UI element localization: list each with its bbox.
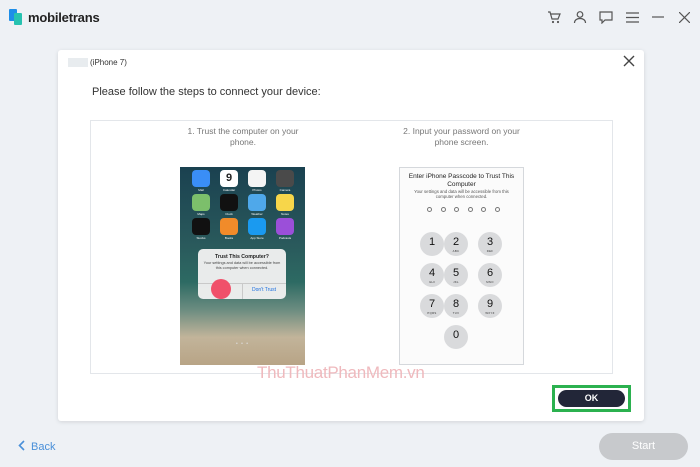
app-icon: Weather: [243, 194, 271, 218]
keypad-key: 7 PQRS: [420, 294, 444, 318]
app-name: mobiletrans: [28, 9, 100, 25]
watermark: ThuThuatPhanMem.vn: [257, 363, 425, 382]
app-icon: Stocks: [187, 218, 215, 242]
app-icon: Mail: [187, 170, 215, 194]
app-icon: Camera: [271, 170, 299, 194]
back-button[interactable]: Back: [18, 440, 55, 454]
phone-trust-screenshot: Mail 9 Calendar Photos Camera Maps Clock Weathe…: [180, 167, 305, 365]
app-grid: Mail 9 Calendar Photos Camera Maps Clock Weathe…: [187, 170, 299, 242]
dialog-instruction: Please follow the steps to connect your …: [92, 86, 321, 98]
mobiletrans-logo-icon: [9, 9, 23, 25]
trust-dialog-title: Trust This Computer?: [215, 254, 269, 260]
passcode-dots: [427, 207, 508, 212]
device-name-placeholder: [68, 57, 88, 67]
user-icon[interactable]: [572, 9, 588, 25]
keypad-key: 0: [444, 325, 468, 349]
trust-dialog-body: Your settings and data will be accessibl…: [203, 261, 281, 270]
keypad-key: 8 TUV: [444, 294, 468, 318]
keypad-key: 1: [420, 232, 444, 256]
title-bar: mobiletrans: [0, 0, 700, 36]
menu-icon[interactable]: [624, 9, 640, 25]
app-icon: App Store: [243, 218, 271, 242]
app-icon: Photos: [243, 170, 271, 194]
start-button[interactable]: Start: [599, 433, 688, 460]
app-icon: Clock: [215, 194, 243, 218]
keypad-key: 6 MNO: [478, 263, 502, 287]
cart-icon[interactable]: [546, 9, 562, 25]
app-logo: mobiletrans: [9, 9, 100, 25]
chevron-left-icon: [18, 440, 25, 454]
dont-trust-button: Don't Trust: [251, 287, 277, 293]
keypad-key: 3 DEF: [478, 232, 502, 256]
ok-button[interactable]: OK: [558, 390, 625, 407]
keypad-key: 4 GHI: [420, 263, 444, 287]
connect-device-dialog: (iPhone 7) Please follow the steps to co…: [58, 50, 644, 421]
chat-icon[interactable]: [598, 9, 614, 25]
keypad-key: 5 JKL: [444, 263, 468, 287]
ok-highlight-frame: OK: [552, 385, 631, 412]
app-icon: 9 Calendar: [215, 170, 243, 194]
back-label: Back: [31, 441, 56, 453]
minimize-icon[interactable]: [650, 9, 666, 25]
close-icon[interactable]: [676, 9, 692, 25]
step1-caption: 1. Trust the computer on your phone.: [187, 126, 299, 147]
app-icon: Notes: [271, 194, 299, 218]
touch-indicator: [211, 279, 231, 299]
dialog-close-icon[interactable]: [622, 54, 636, 68]
keypad-key: 9 WXYZ: [478, 294, 502, 318]
page-indicator: • • •: [236, 341, 250, 347]
passcode-subtitle: Your settings and data will be accessibl…: [414, 189, 509, 200]
app-icon: Books: [215, 218, 243, 242]
dialog-header: (iPhone 7): [68, 56, 127, 68]
keypad-key: 2 ABC: [444, 232, 468, 256]
phone-passcode-screenshot: Enter iPhone Passcode to Trust This Comp…: [399, 167, 524, 365]
device-label: (iPhone 7): [90, 57, 127, 67]
app-icon: Podcasts: [271, 218, 299, 242]
steps-panel: 1. Trust the computer on your phone. 2. …: [90, 120, 613, 374]
step2-caption: 2. Input your password on your phone scr…: [403, 126, 520, 147]
app-icon: Maps: [187, 194, 215, 218]
passcode-title: Enter iPhone Passcode to Trust This Comp…: [408, 173, 515, 188]
